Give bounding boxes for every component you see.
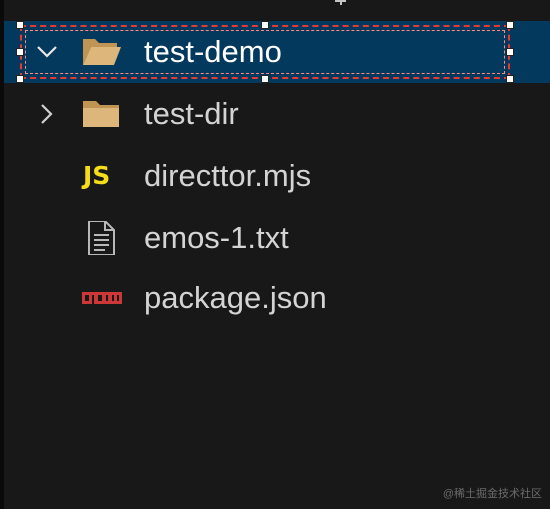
resize-handle[interactable]: [506, 21, 514, 29]
tree-item-label: test-demo: [144, 34, 282, 69]
watermark-text: @稀土掘金技术社区: [442, 488, 542, 500]
resize-handle[interactable]: [506, 75, 514, 83]
new-file-icon[interactable]: [334, 0, 352, 5]
resize-handle[interactable]: [506, 48, 514, 56]
tree-item-label: emos-1.txt: [144, 220, 289, 255]
refresh-icon[interactable]: [412, 0, 430, 5]
resize-handle[interactable]: [261, 75, 269, 83]
chevron-down-icon[interactable]: [36, 38, 58, 66]
tree-item-directtor-mjs[interactable]: JS directtor.mjs: [4, 145, 550, 207]
resize-handle[interactable]: [16, 75, 24, 83]
explorer-toolbar: [334, 0, 534, 7]
tree-item-label: test-dir: [144, 96, 239, 131]
tree-item-test-demo[interactable]: test-demo: [4, 21, 550, 83]
folder-icon: [81, 97, 123, 131]
collapse-all-icon[interactable]: [474, 0, 492, 5]
tree-item-label: directtor.mjs: [144, 158, 312, 193]
resize-handle[interactable]: [16, 48, 24, 56]
resize-handle[interactable]: [16, 21, 24, 29]
text-file-icon: [81, 220, 123, 256]
javascript-file-icon: JS: [81, 159, 123, 193]
resize-handle[interactable]: [261, 21, 269, 29]
tree-item-label: package.json: [144, 280, 327, 315]
npm-package-icon: [81, 281, 123, 315]
js-badge-text: JS: [83, 161, 111, 190]
chevron-right-icon[interactable]: [36, 100, 58, 128]
file-explorer: test-demo test-dir JS directtor.mjs emos…: [4, 0, 550, 509]
tree-item-emos-1-txt[interactable]: emos-1.txt: [4, 207, 550, 269]
folder-open-icon: [81, 35, 123, 69]
tree-item-package-json[interactable]: package.json: [4, 267, 550, 329]
tree-item-test-dir[interactable]: test-dir: [4, 83, 550, 145]
